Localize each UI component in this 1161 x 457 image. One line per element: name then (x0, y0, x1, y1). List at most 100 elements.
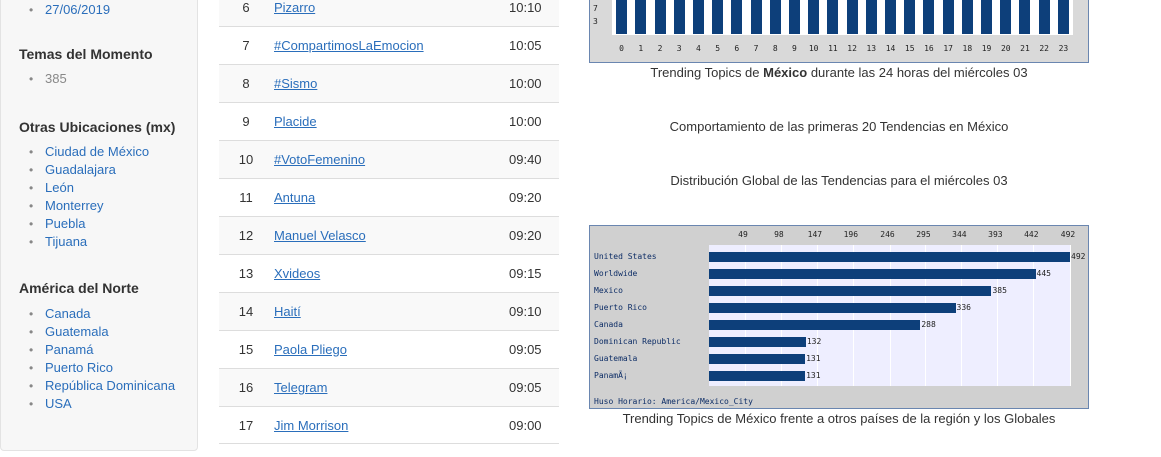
x-tick-label: 196 (843, 230, 859, 239)
distribution-caption: Distribución Global de las Tendencias pa… (670, 173, 1008, 188)
trend-time: 09:10 (509, 304, 542, 319)
category-label: Mexico (594, 286, 623, 295)
trend-time: 09:15 (509, 266, 542, 281)
category-label: Worldwide (594, 269, 638, 278)
rank: 17 (238, 417, 254, 433)
country-comparison-chart: 492 445 385 336 288 132 131 131 Huso Horario: A… (589, 225, 1089, 409)
value-label: 288 (921, 320, 936, 329)
country-link[interactable]: Panamá (45, 342, 93, 357)
trend-link[interactable]: #Sismo (273, 76, 509, 91)
location-link[interactable]: Guadalajara (45, 162, 116, 177)
date-link[interactable]: 27/06/2019 (45, 2, 110, 17)
rank: 11 (239, 190, 253, 205)
hour-bar (654, 0, 666, 34)
trend-time: 09:20 (509, 190, 542, 205)
country-link[interactable]: Guatemala (45, 324, 109, 339)
list-item[interactable]: USA (29, 395, 175, 413)
x-tick-label: 21 (1020, 44, 1030, 53)
table-row: 7 #CompartimosLaEmocion 10:05 (219, 26, 559, 64)
list-item[interactable]: Panamá (29, 341, 175, 359)
rank: 13 (238, 266, 254, 281)
hour-bar (731, 0, 743, 34)
x-tick-label: 49 (738, 230, 748, 239)
category-label: Canada (594, 320, 623, 329)
table-row: 15 Paola Pliego 09:05 (219, 330, 559, 368)
x-tick-label: 11 (828, 44, 838, 53)
otras-heading: Otras Ubicaciones (mx) (19, 119, 176, 135)
trend-time: 09:00 (509, 417, 542, 433)
trend-link[interactable]: Placide (273, 114, 509, 129)
x-tick-label: 98 (774, 230, 784, 239)
value-label: 336 (956, 303, 971, 312)
trend-link[interactable]: Telegram (273, 380, 509, 395)
list-item[interactable]: Tijuana (29, 233, 149, 251)
grid-line (1033, 245, 1035, 386)
trend-link[interactable]: Pizarro (273, 0, 509, 15)
country-bar (709, 286, 992, 296)
list-item[interactable]: Puerto Rico (29, 359, 175, 377)
category-label: United States (594, 252, 657, 261)
country-bar (709, 252, 1070, 262)
list-item[interactable]: Monterrey (29, 197, 149, 215)
hour-bar (846, 0, 858, 34)
x-tick-label: 7 (753, 44, 759, 53)
hour-bar (923, 0, 935, 34)
x-tick-label: 6 (734, 44, 740, 53)
hour-bar (904, 0, 916, 34)
location-link[interactable]: Tijuana (45, 234, 87, 249)
date-list: 27/06/2019 (29, 1, 110, 19)
country-link[interactable]: Puerto Rico (45, 360, 113, 375)
trend-time: 09:40 (509, 152, 542, 167)
list-item[interactable]: Puebla (29, 215, 149, 233)
rank: 9 (242, 114, 250, 129)
hour-bar (942, 0, 954, 34)
location-link[interactable]: Ciudad de México (45, 144, 149, 159)
trend-link[interactable]: Jim Morrison (273, 418, 509, 433)
table-row: 12 Manuel Velasco 09:20 (219, 216, 559, 254)
hour-bar (1019, 0, 1031, 34)
country-link[interactable]: USA (45, 396, 72, 411)
list-item[interactable]: 27/06/2019 (29, 1, 110, 19)
location-link[interactable]: Monterrey (45, 198, 104, 213)
country-bar (709, 354, 806, 364)
list-item[interactable]: Ciudad de México (29, 143, 149, 161)
country-bar (709, 337, 806, 347)
rank: 10 (238, 152, 254, 167)
location-link[interactable]: León (45, 180, 74, 195)
location-link[interactable]: Puebla (45, 216, 85, 231)
list-item[interactable]: Guadalajara (29, 161, 149, 179)
trend-link[interactable]: #CompartimosLaEmocion (273, 38, 509, 53)
value-label: 131 (806, 354, 821, 363)
hour-bar (616, 0, 628, 34)
trend-link[interactable]: Manuel Velasco (273, 228, 509, 243)
value-label: 132 (806, 337, 822, 346)
trend-link[interactable]: Antuna (273, 190, 509, 205)
country-link[interactable]: Canada (45, 306, 91, 321)
list-item[interactable]: León (29, 179, 149, 197)
value-label: 385 (992, 286, 1007, 295)
hour-bar (827, 0, 839, 34)
x-tick-label: 2 (657, 44, 663, 53)
list-item[interactable]: República Dominicana (29, 377, 175, 395)
america-heading: América del Norte (19, 280, 139, 296)
category-label: Guatemala (594, 354, 638, 363)
category-label: PanamÃ¡ (594, 371, 628, 380)
x-tick-label: 16 (924, 44, 934, 53)
list-item[interactable]: Canada (29, 305, 175, 323)
x-tick-label: 15 (904, 44, 915, 53)
trend-link[interactable]: Xvideos (273, 266, 509, 281)
grid-line (961, 245, 963, 386)
country-link[interactable]: República Dominicana (45, 378, 175, 393)
country-chart-caption: Trending Topics de México frente a otros… (622, 411, 1056, 426)
trend-link[interactable]: Paola Pliego (273, 342, 509, 357)
hour-bar (673, 0, 685, 34)
table-row: 14 Haití 09:10 (219, 292, 559, 330)
table-row: 17 Jim Morrison 09:00 (219, 406, 559, 444)
trend-link[interactable]: Haití (273, 304, 509, 319)
table-row: 10 #VotoFemenino 09:40 (219, 140, 559, 178)
rank: 15 (238, 342, 254, 357)
trend-link[interactable]: #VotoFemenino (273, 152, 509, 167)
x-tick-label: 0 (619, 44, 624, 53)
table-row: 11 Antuna 09:20 (219, 178, 559, 216)
list-item[interactable]: Guatemala (29, 323, 175, 341)
